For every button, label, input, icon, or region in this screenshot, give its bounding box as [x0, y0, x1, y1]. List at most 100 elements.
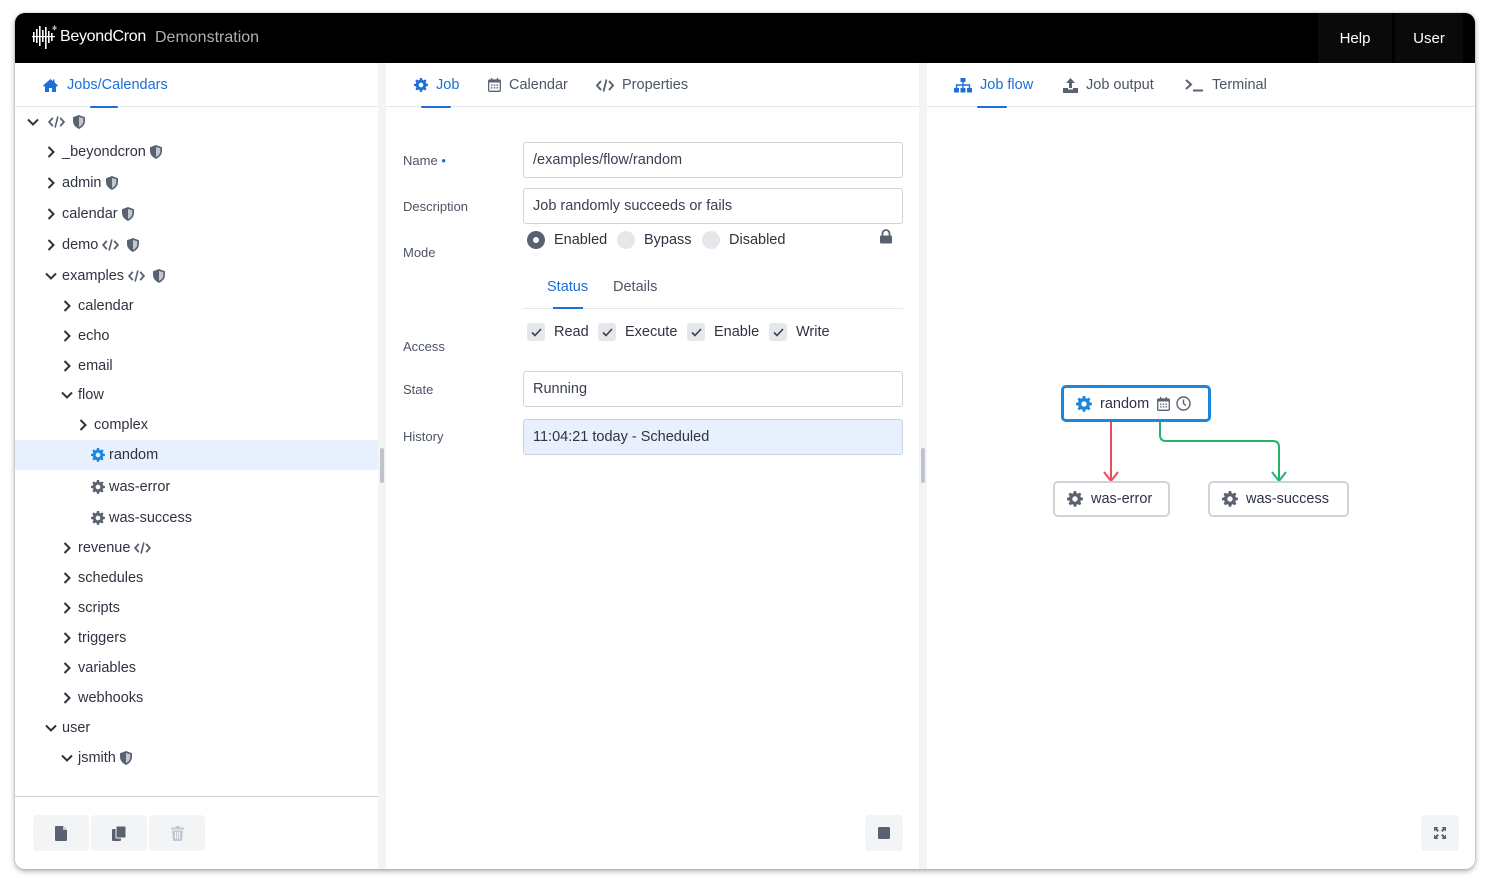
chevron-down-icon[interactable]	[60, 751, 74, 765]
mode-bypass-radio[interactable]: Bypass	[617, 231, 692, 249]
subtab-details[interactable]: Details	[613, 279, 657, 295]
file-icon	[55, 825, 67, 841]
chevron-down-icon[interactable]	[44, 721, 58, 735]
tree-folder-complex[interactable]: complex	[76, 410, 148, 440]
tree-folder-schedules[interactable]: schedules	[60, 563, 143, 593]
radio-dot	[702, 231, 720, 249]
tab-properties[interactable]: Properties	[596, 63, 688, 107]
edge-error	[1103, 421, 1119, 483]
help-button[interactable]: Help	[1318, 13, 1392, 63]
app-window: ✻ BeyondCron Demonstration Help User Job…	[15, 13, 1475, 869]
tree-folder-webhooks[interactable]: webhooks	[60, 683, 143, 713]
tree-item-label: was-success	[109, 510, 192, 526]
check-icon	[690, 327, 702, 337]
gear-icon	[1222, 491, 1238, 507]
tree-folder-revenue[interactable]: revenue	[60, 533, 152, 563]
splitter-handle[interactable]	[921, 448, 925, 483]
tree-job-was-error[interactable]: was-error	[91, 472, 170, 502]
svg-text:✻: ✻	[52, 25, 57, 32]
chevron-right-icon[interactable]	[60, 359, 74, 373]
chevron-right-icon[interactable]	[60, 329, 74, 343]
jobs-panel: Jobs/Calendars _beyondcron admin calendar d…	[15, 63, 386, 869]
code-icon	[128, 270, 146, 282]
tab-job[interactable]: Job	[414, 63, 459, 108]
chevron-right-icon[interactable]	[60, 601, 74, 615]
access-execute-checkbox[interactable]: Execute	[598, 323, 677, 341]
tree-folder-demo[interactable]: demo	[44, 230, 140, 260]
code-icon	[48, 116, 65, 128]
tree-folder-calendar[interactable]: calendar	[44, 199, 134, 229]
checkbox-label: Write	[796, 324, 830, 340]
description-input[interactable]: Job randomly succeeds or fails	[523, 188, 903, 224]
chevron-right-icon[interactable]	[44, 145, 58, 159]
name-input[interactable]: /examples/flow/random	[523, 142, 903, 178]
stop-button[interactable]	[865, 815, 903, 851]
mode-disabled-radio[interactable]: Disabled	[702, 231, 785, 249]
radio-dot	[527, 231, 545, 249]
gear-icon	[91, 511, 105, 525]
chevron-right-icon[interactable]	[44, 207, 58, 221]
tree-folder-triggers[interactable]: triggers	[60, 623, 126, 653]
tree-folder-email[interactable]: email	[60, 351, 113, 381]
tab-calendar[interactable]: Calendar	[488, 63, 568, 107]
subtab-status[interactable]: Status	[547, 279, 588, 295]
tree-item-label: user	[62, 720, 91, 736]
tree-item-label: jsmith	[78, 750, 116, 766]
tree-item-label: calendar	[62, 206, 118, 222]
user-menu-button[interactable]: User	[1395, 13, 1463, 63]
chevron-right-icon[interactable]	[60, 691, 74, 705]
flow-node-was-success[interactable]: was-success	[1208, 481, 1349, 517]
name-label: Name •	[403, 153, 446, 168]
tree-folder-calendar[interactable]: calendar	[60, 291, 134, 321]
job-tabs: Job Calendar Properties	[386, 63, 919, 108]
tree-folder-jsmith[interactable]: jsmith	[60, 743, 132, 773]
tree-folder-examples[interactable]: examples	[44, 261, 166, 291]
checkbox-box	[769, 323, 787, 341]
tree-item-label: schedules	[78, 570, 144, 586]
new-file-button[interactable]	[33, 815, 89, 851]
chevron-right-icon[interactable]	[60, 571, 74, 585]
tree-folder-_beyondcron[interactable]: _beyondcron	[44, 137, 162, 167]
splitter-handle[interactable]	[380, 448, 384, 483]
tree-job-was-success[interactable]: was-success	[91, 503, 192, 533]
chevron-right-icon[interactable]	[60, 661, 74, 675]
tree-folder-user[interactable]: user	[44, 713, 90, 743]
splitter-left[interactable]	[378, 63, 386, 869]
flow-node-was-error[interactable]: was-error	[1053, 481, 1170, 517]
chevron-down-icon[interactable]	[26, 115, 40, 129]
tab-label: Calendar	[509, 77, 568, 93]
access-read-checkbox[interactable]: Read	[527, 323, 589, 341]
copy-button[interactable]	[91, 815, 147, 851]
chevron-down-icon[interactable]	[44, 269, 58, 283]
chevron-right-icon[interactable]	[60, 541, 74, 555]
history-item[interactable]: 11:04:21 today - Scheduled	[523, 419, 903, 455]
home-icon	[43, 78, 58, 92]
tree-folder-variables[interactable]: variables	[60, 653, 136, 683]
fullscreen-button[interactable]	[1421, 815, 1459, 851]
splitter-right[interactable]	[919, 63, 927, 869]
chevron-right-icon[interactable]	[60, 299, 74, 313]
access-write-checkbox[interactable]: Write	[769, 323, 830, 341]
access-enable-checkbox[interactable]: Enable	[687, 323, 759, 341]
flow-node-random[interactable]: random	[1061, 385, 1211, 422]
mode-enabled-radio[interactable]: Enabled	[527, 231, 607, 249]
brand-logo[interactable]: ✻ BeyondCron	[32, 23, 146, 51]
tab-jobs-calendars[interactable]: Jobs/Calendars	[42, 63, 168, 108]
chevron-right-icon[interactable]	[44, 238, 58, 252]
lock-icon[interactable]	[880, 229, 892, 244]
chevron-right-icon[interactable]	[60, 631, 74, 645]
chevron-right-icon[interactable]	[44, 176, 58, 190]
node-label: random	[1100, 395, 1150, 412]
chevron-right-icon[interactable]	[76, 418, 90, 432]
tree-job-random[interactable]: random	[91, 440, 158, 470]
tree-folder-root[interactable]	[26, 107, 85, 137]
tree-folder-scripts[interactable]: scripts	[60, 593, 120, 623]
required-marker: •	[441, 153, 446, 168]
tree-folder-admin[interactable]: admin	[44, 168, 118, 198]
chevron-down-icon[interactable]	[60, 388, 74, 402]
tree-folder-echo[interactable]: echo	[60, 321, 109, 351]
description-label: Description	[403, 199, 469, 214]
mode-label: Mode	[403, 245, 436, 260]
delete-button[interactable]	[149, 815, 205, 851]
tree-folder-flow[interactable]: flow	[60, 380, 104, 410]
